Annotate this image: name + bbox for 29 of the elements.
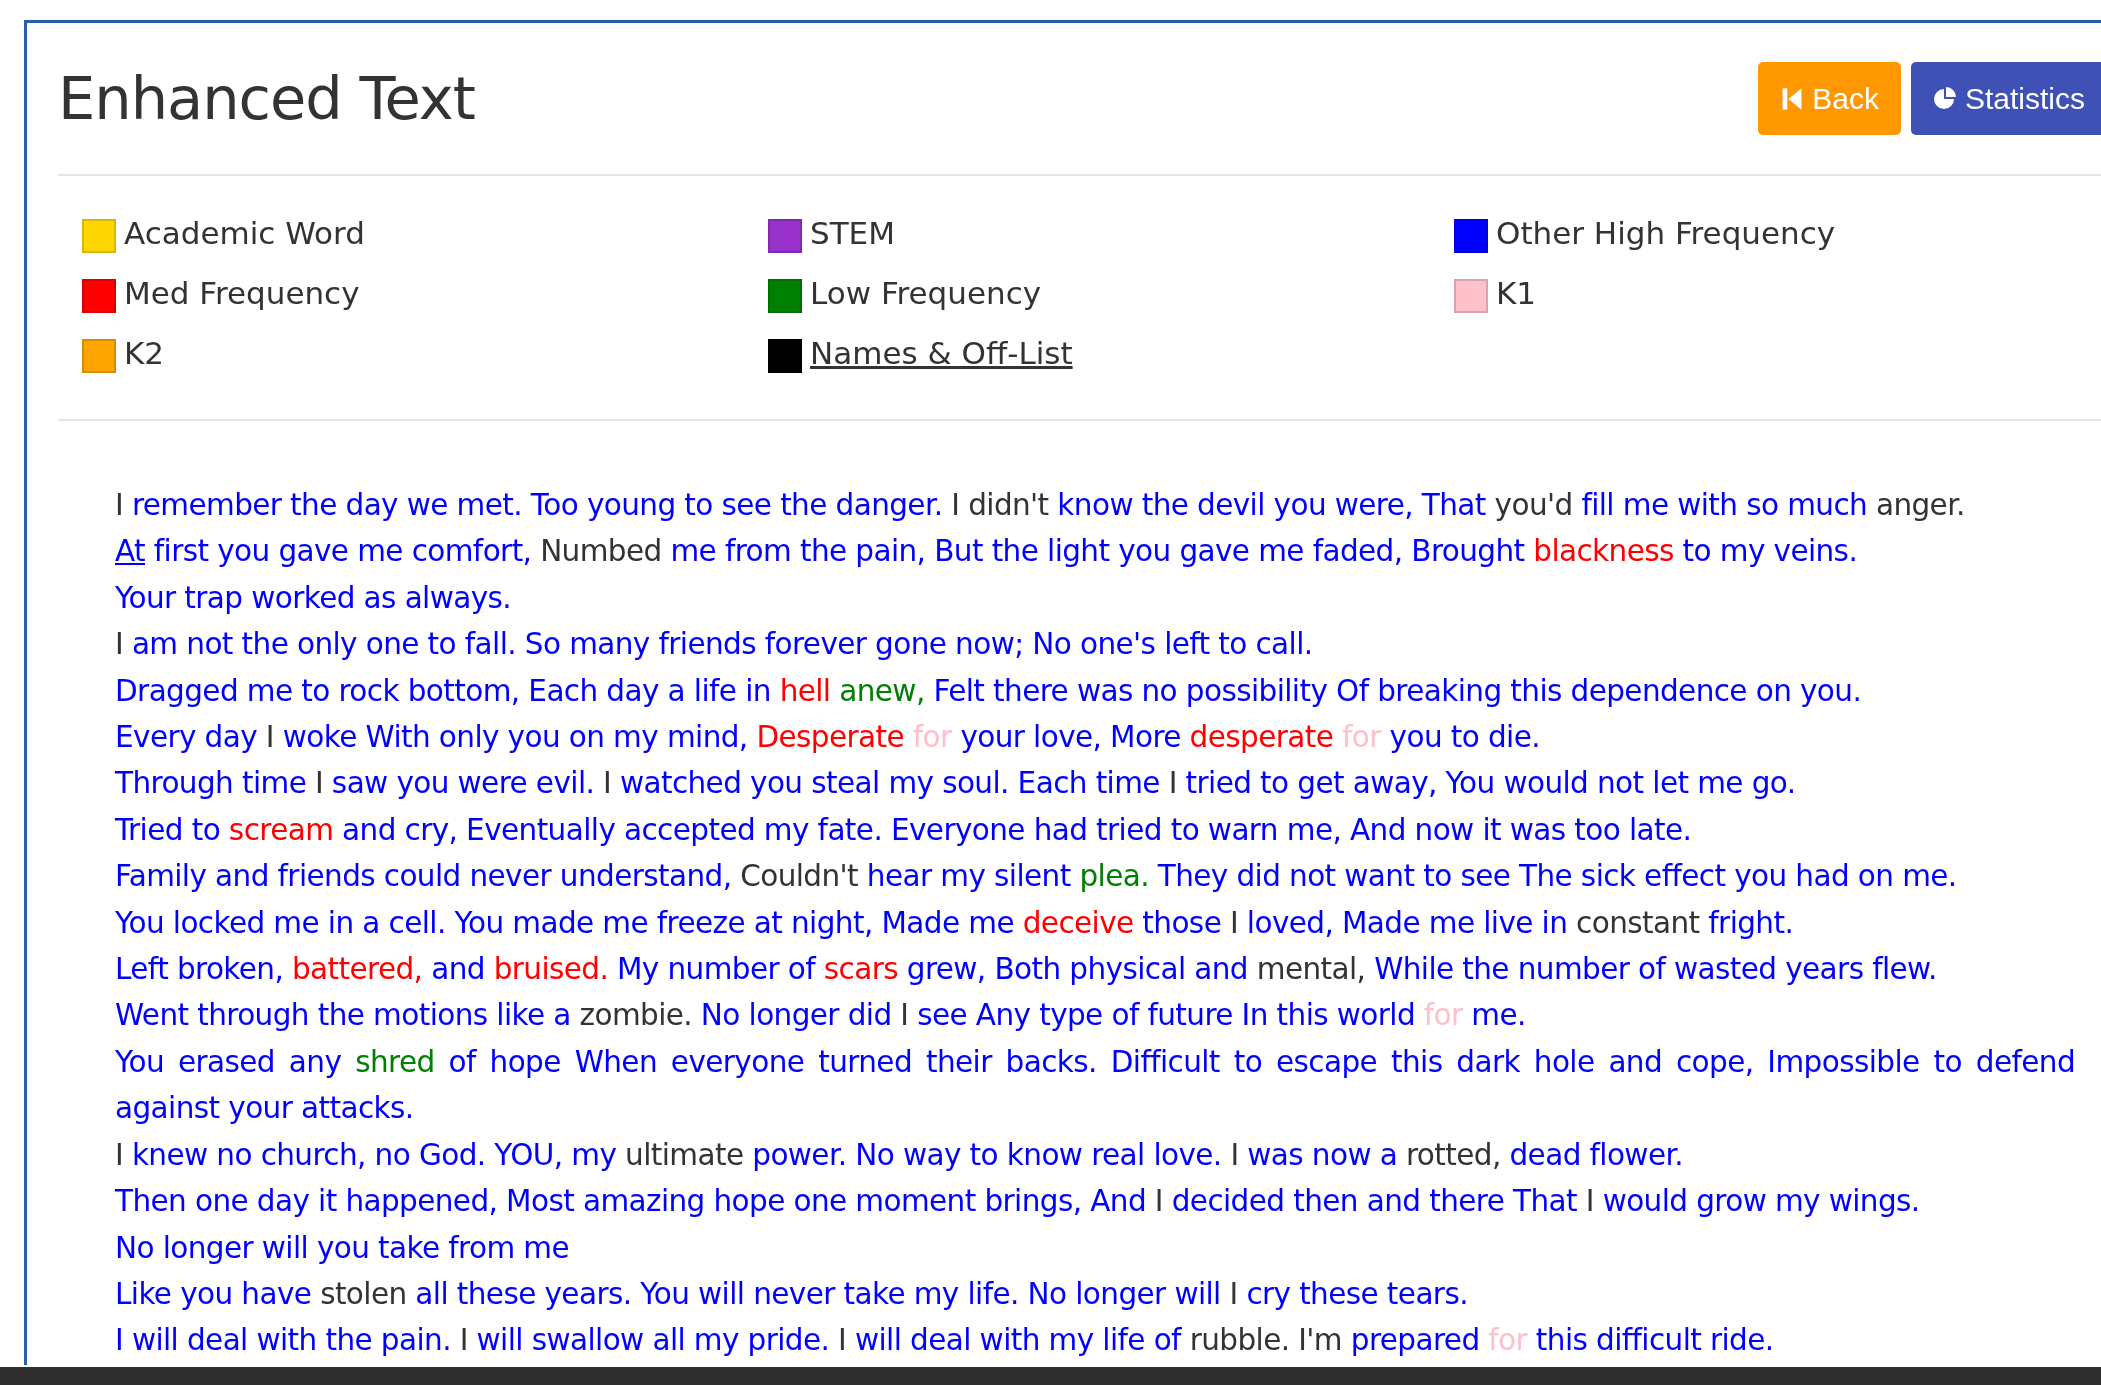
legend-label: K2: [124, 335, 165, 371]
legend-label: STEM: [810, 215, 895, 251]
poem-line: Every day I woke With only you on my mind, Desperate for your love, More desperate for you to die.: [115, 719, 1541, 757]
page-title: Enhanced Text: [58, 64, 475, 133]
poem-line: Left broken, battered, and bruised. My number of scars grew, Both physical and mental, While the number of wasted years flew.: [115, 951, 1938, 989]
poem-line: I will deal with the pain. I will swallow all my pride. I will deal with my life of rubble. I'm prepared for this difficult ride.: [115, 1322, 1775, 1360]
poem-line: Then one day it happened, Most amazing hope one moment brings, And I decided then and there That I would grow my wings.: [115, 1183, 1921, 1221]
poem-line: At first you gave me comfort, Numbed me from the pain, But the light you gave me faded, Brought blackness to my veins.: [115, 533, 1859, 571]
legend-label: Other High Frequency: [1496, 215, 1836, 251]
poem-line: Went through the motions like a zombie. No longer did I see Any type of future In this world for me.: [115, 997, 1527, 1035]
poem-line: I remember the day we met. Too young to see the danger. I didn't know the devil you were, That you'd fill me with so much anger.: [115, 487, 1966, 524]
poem-line: Family and friends could never understand, Couldn't hear my silent plea. They did not want to see The sick effect you had on me.: [115, 858, 1958, 896]
poem-line: No longer will you take from me: [115, 1229, 570, 1267]
poem-line: Tried to scream and cry, Eventually accepted my fate. Everyone had tried to warn me, And now it was too late.: [115, 811, 1693, 849]
poem-line: You locked me in a cell. You made me freeze at night, Made me deceive those I loved, Made me live in constant fright.: [115, 904, 1795, 942]
legend-label: K1: [1496, 275, 1537, 311]
poem-line: Like you have stolen all these years. You will never take my life. No longer will I cry these tears.: [115, 1275, 1469, 1313]
legend-label: Low Frequency: [810, 275, 1042, 311]
legend-label[interactable]: Names & Off-List: [810, 335, 1073, 371]
statistics-button[interactable]: Statistics: [1910, 62, 2101, 135]
legend-label: Academic Word: [124, 215, 365, 251]
poem-line: I knew no church, no God. YOU, my ultimate power. No way to know real love. I was now a rotted, dead flower.: [115, 1136, 1685, 1174]
poem-line: Dragged me to rock bottom, Each day a life in hell anew, Felt there was no possibility Of breaking this dependence on you.: [115, 672, 1863, 710]
poem-line: You erased any shred of hope When everyone turned their backs. Difficult to escape this dark hole and cope, Impossible to defend against your attacks.: [115, 1043, 2075, 1128]
pie-chart-icon: [1932, 85, 1957, 112]
poem-line: I am not the only one to fall. So many friends forever gone now; No one's left to call.: [115, 626, 1314, 664]
legend-label: Med Frequency: [124, 275, 360, 311]
poem-line: Through time I saw you were evil. I watched you steal my soul. Each time I tried to get away, You would not let me go.: [115, 765, 1797, 803]
poem-line: Your trap worked as always.: [115, 579, 513, 617]
